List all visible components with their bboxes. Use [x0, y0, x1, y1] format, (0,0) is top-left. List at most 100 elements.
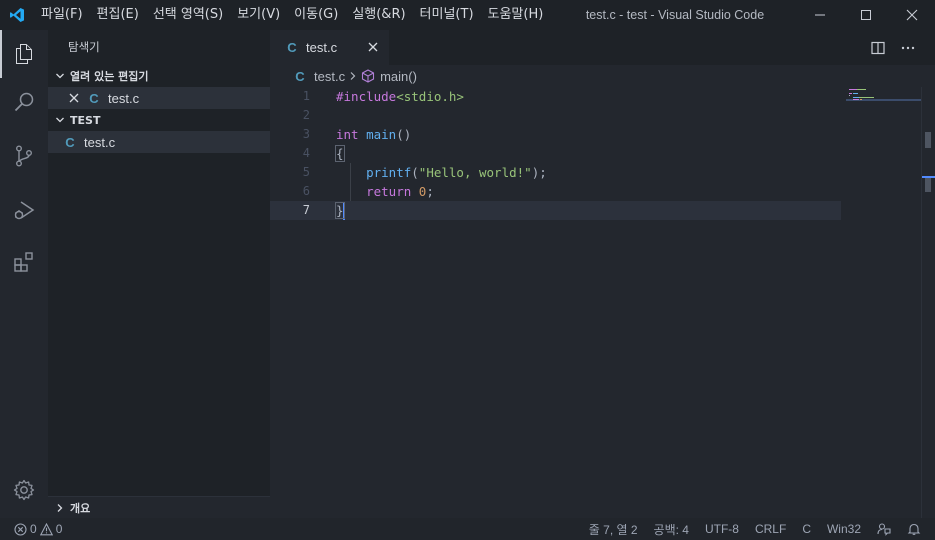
outline-header[interactable]: 개요 — [48, 496, 270, 518]
code-content[interactable]: #include<stdio.h> int main() { printf("H… — [335, 87, 856, 220]
scrollbar-marker — [925, 178, 931, 192]
tab-label: test.c — [306, 40, 338, 55]
code-line: int main() — [336, 125, 856, 144]
vertical-scrollbar[interactable] — [921, 87, 935, 518]
line-number: 3 — [302, 127, 310, 141]
function-name: main — [366, 127, 397, 142]
method-symbol-icon — [361, 69, 375, 83]
source-control-icon — [15, 145, 32, 167]
menu-go[interactable]: 이동(G) — [287, 0, 345, 30]
minimize-button[interactable] — [797, 0, 843, 30]
line-number: 2 — [302, 108, 310, 122]
platform-status[interactable]: Win32 — [819, 518, 869, 540]
cursor-position-status[interactable]: 줄 7, 열 2 — [581, 518, 646, 540]
chevron-right-icon — [52, 500, 68, 516]
editor-tab-bar: C test.c — [270, 30, 935, 65]
close-icon — [368, 42, 378, 52]
open-editors-label: 열려 있는 편집기 — [70, 70, 149, 83]
code-editor[interactable]: 1 2 3 4 5 6 7 #include<stdio.h> int main… — [270, 87, 935, 518]
encoding-status[interactable]: UTF-8 — [697, 518, 747, 540]
type-keyword: int — [336, 127, 359, 142]
menu-selection[interactable]: 선택 영역(S) — [146, 0, 230, 30]
feedback-button[interactable] — [869, 518, 899, 540]
close-window-button[interactable] — [889, 0, 935, 30]
run-debug-icon — [14, 201, 35, 220]
extensions-activity[interactable] — [0, 238, 48, 286]
punctuation: () — [396, 127, 412, 142]
minimap[interactable] — [846, 87, 921, 518]
line-number: 4 — [302, 146, 310, 160]
settings-activity[interactable] — [0, 466, 48, 514]
file-tree-filename: test.c — [84, 134, 116, 150]
files-icon — [16, 44, 32, 64]
menu-terminal[interactable]: 터미널(T) — [413, 0, 481, 30]
function-call: printf — [366, 165, 412, 180]
punctuation: ); — [531, 165, 547, 180]
open-editor-item[interactable]: C test.c — [48, 87, 270, 109]
breadcrumb-file[interactable]: test.c — [314, 69, 345, 84]
scrollbar-marker — [925, 132, 931, 148]
open-brace: { — [335, 145, 345, 162]
language-status[interactable]: C — [794, 518, 819, 540]
notifications-button[interactable] — [899, 518, 935, 540]
explorer-activity[interactable] — [0, 30, 48, 78]
return-keyword: return — [366, 184, 412, 199]
maximize-button[interactable] — [843, 0, 889, 30]
menu-view[interactable]: 보기(V) — [230, 0, 287, 30]
file-tree-item[interactable]: C test.c — [48, 131, 270, 153]
warning-icon — [39, 522, 53, 535]
menu-edit[interactable]: 편집(E) — [90, 0, 146, 30]
menu-file[interactable]: 파일(F) — [34, 0, 90, 30]
code-line: printf("Hello, world!"); — [336, 163, 856, 182]
breadcrumb-symbol[interactable]: main() — [380, 69, 417, 84]
vscode-logo-icon — [0, 0, 34, 30]
folder-label: TEST — [70, 113, 101, 127]
run-debug-activity[interactable] — [0, 186, 48, 234]
problems-status[interactable]: 0 0 — [0, 518, 70, 540]
c-file-icon: C — [89, 90, 99, 106]
error-icon — [14, 522, 27, 536]
maximize-icon — [861, 10, 871, 20]
sidebar-title: 탐색기 — [68, 40, 100, 54]
c-file-icon: C — [295, 68, 305, 84]
window-title: test.c - test - Visual Studio Code — [585, 8, 765, 22]
chevron-right-icon — [349, 71, 357, 81]
indentation-status[interactable]: 공백: 4 — [646, 518, 697, 540]
source-control-activity[interactable] — [0, 132, 48, 180]
line-number: 5 — [302, 165, 310, 179]
open-editors-header[interactable]: 열려 있는 편집기 — [48, 65, 270, 87]
error-count: 0 — [30, 522, 37, 536]
tab-test-c[interactable]: C test.c — [270, 30, 389, 65]
open-editor-filename: test.c — [108, 90, 140, 106]
split-editor-button[interactable] — [863, 30, 893, 65]
breadcrumb: C test.c main() — [270, 65, 935, 87]
eol-status[interactable]: CRLF — [747, 518, 794, 540]
line-number-gutter: 1 2 3 4 5 6 7 — [270, 87, 320, 220]
code-line: } — [335, 201, 856, 220]
close-icon[interactable] — [66, 93, 82, 103]
status-bar: 0 0 줄 7, 열 2 공백: 4 UTF-8 CRLF C Win32 — [0, 518, 935, 540]
outline-label: 개요 — [70, 501, 91, 515]
menu-run[interactable]: 실행(&R) — [345, 0, 412, 30]
code-line: #include<stdio.h> — [336, 87, 856, 106]
punctuation: ( — [411, 165, 419, 180]
search-icon — [14, 92, 34, 112]
search-activity[interactable] — [0, 78, 48, 126]
close-icon — [906, 9, 918, 21]
more-actions-button[interactable] — [893, 30, 923, 65]
folder-header[interactable]: TEST — [48, 109, 270, 131]
tab-close-button[interactable] — [365, 39, 381, 55]
include-directive: #include — [336, 89, 397, 104]
minimize-icon — [815, 14, 825, 16]
bell-icon — [907, 523, 921, 535]
chevron-down-icon — [52, 68, 68, 84]
text-cursor — [342, 203, 345, 220]
c-file-icon: C — [65, 134, 75, 150]
warning-count: 0 — [55, 522, 63, 536]
code-line: { — [335, 144, 856, 163]
include-header: <stdio.h> — [396, 89, 464, 104]
line-number: 1 — [302, 89, 310, 103]
menu-help[interactable]: 도움말(H) — [481, 0, 551, 30]
